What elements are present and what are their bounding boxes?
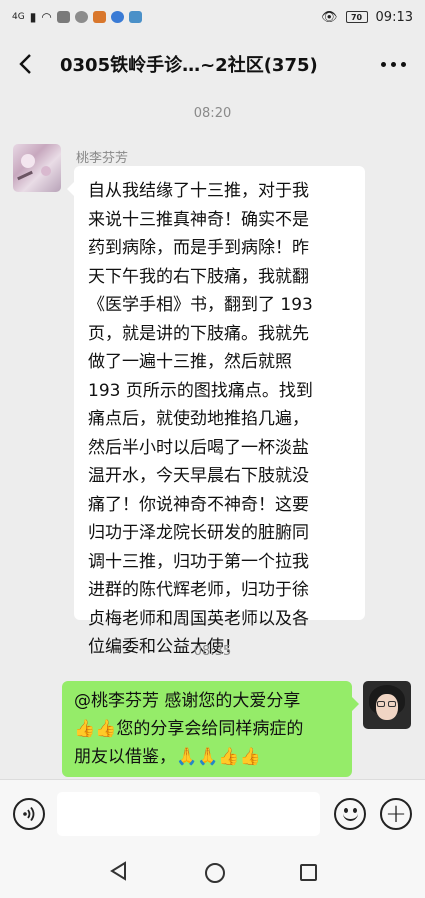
- avatar-face: [376, 694, 398, 720]
- avatar-blossom: [41, 166, 51, 176]
- more-button[interactable]: [373, 61, 413, 67]
- back-button[interactable]: [12, 51, 38, 77]
- status-bar: 4G ▮ ◠ 👁 70 09:13: [0, 0, 425, 34]
- message-line: 痛点后，就使劲地推掐几遍，: [88, 409, 309, 429]
- chat-title: 0305铁岭手诊…~2社区(375): [60, 55, 318, 76]
- more-dots-icon: [380, 61, 386, 67]
- nav-home-button[interactable]: [204, 862, 225, 883]
- message-line: 温开水，今天早晨右下肢就没: [88, 466, 309, 486]
- outgoing-message-bubble[interactable]: @桃李芬芳 感谢您的大爱分享 👍👍您的分享会给同样病症的 朋友以借鉴，🙏🙏👍👍: [62, 681, 359, 777]
- battery-icon: 70: [345, 11, 368, 23]
- status-left: 4G ▮ ◠: [12, 10, 142, 24]
- voice-icon: [23, 806, 35, 822]
- message-line: 《医学手相》书，翻到了 193: [88, 295, 313, 315]
- app-icon-2: [110, 11, 124, 23]
- message-input[interactable]: [57, 792, 320, 836]
- message-line: 调十三推，归功于第一个拉我: [88, 551, 309, 572]
- message-line: 痛了！你说神奇不神奇！这要: [88, 494, 309, 515]
- message-line: 自从我结缘了十三推，对于我: [88, 181, 309, 201]
- my-avatar[interactable]: [363, 681, 411, 729]
- avatar-blossom: [21, 154, 35, 168]
- message-line: @桃李芬芳 感谢您的大爱分享: [74, 691, 301, 711]
- system-nav-bar: [0, 847, 425, 898]
- sender-name: 桃李芬芳: [76, 151, 129, 166]
- message-input-bar: +: [0, 779, 425, 847]
- message-line: 进群的陈代辉老师，归功于徐: [88, 580, 309, 600]
- message-line: 然后半小时以后喝了一杯淡盐: [88, 437, 309, 458]
- chat-header: 0305铁岭手诊…~2社区(375): [0, 34, 425, 94]
- status-right: 👁 70 09:13: [321, 10, 413, 25]
- signal-icon: ▮: [29, 10, 37, 24]
- avatar-branch: [17, 170, 33, 181]
- message-timestamp: 08:35: [193, 644, 232, 659]
- wechat-icon: [74, 11, 88, 23]
- message-line: 药到病除，而是手到病除！昨: [88, 238, 309, 258]
- notification-icon: [56, 11, 70, 23]
- nav-recents-button[interactable]: [300, 864, 318, 881]
- voice-button[interactable]: [13, 798, 45, 830]
- plus-button[interactable]: +: [380, 798, 412, 830]
- more-dot: [400, 61, 406, 67]
- avatar-glasses: [388, 701, 396, 707]
- message-line: 👍👍您的分享会给同样病症的: [74, 719, 304, 739]
- message-line: 来说十三推真神奇！确实不是: [88, 209, 309, 230]
- clock: 09:13: [375, 9, 413, 25]
- eye-comfort-icon: 👁: [321, 9, 338, 25]
- chevron-left-icon: [19, 54, 31, 74]
- message-line: 做了一遍十三推，然后就照: [88, 352, 292, 372]
- sender-avatar[interactable]: [13, 144, 61, 192]
- emoji-button[interactable]: [334, 798, 366, 830]
- app-icon: [92, 11, 106, 23]
- message-line: 天下午我的右下肢痛，我就翻: [88, 266, 309, 287]
- nav-back-icon: [109, 860, 126, 881]
- incoming-message-bubble[interactable]: 自从我结缘了十三推，对于我 来说十三推真神奇！确实不是 药到病除，而是手到病除！…: [67, 166, 365, 657]
- emoji-mouth: [343, 812, 358, 821]
- nav-back-button[interactable]: [108, 860, 130, 886]
- app-icon-3: [128, 11, 142, 23]
- avatar-glasses: [377, 701, 385, 707]
- plus-icon: +: [385, 799, 407, 829]
- network-type: 4G: [12, 12, 25, 22]
- wifi-icon: ◠: [41, 10, 52, 24]
- more-dot: [390, 61, 396, 67]
- message-line: 页，就是讲的下肢痛。我就先: [88, 323, 309, 344]
- message-timestamp: 08:20: [193, 106, 232, 121]
- message-line: 朋友以借鉴，🙏🙏👍👍: [74, 747, 261, 767]
- message-line: 归功于泽龙院长研发的脏腑同: [88, 523, 309, 543]
- message-line: 193 页所示的图找痛点。找到: [88, 380, 313, 401]
- message-line: 贞梅老师和周国英老师以及各: [88, 608, 309, 629]
